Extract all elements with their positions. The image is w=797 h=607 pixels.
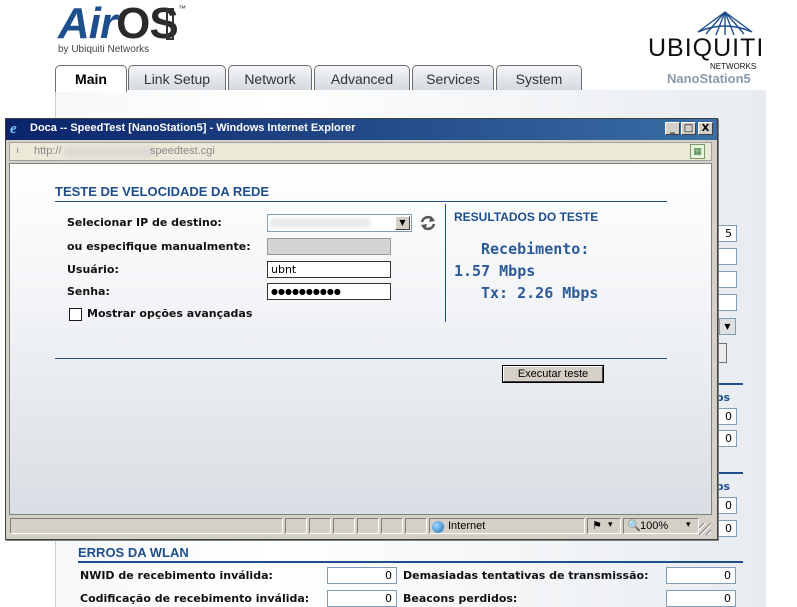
redacted-host <box>64 146 154 158</box>
user-label: Usuário: <box>67 263 119 276</box>
logo-subtitle: by Ubiquiti Networks <box>58 44 150 55</box>
rx-label: Recebimento: <box>481 240 590 258</box>
zone-label: Internet <box>448 520 486 532</box>
ubiquiti-logo: UBIQUITI NETWORKS <box>648 10 766 71</box>
advanced-options-label[interactable]: Mostrar opções avançadas <box>87 307 252 320</box>
section-divider <box>78 561 743 563</box>
refresh-icon[interactable] <box>419 214 437 232</box>
error-label-crypt: Codificação de recebimento inválida: <box>80 592 310 605</box>
status-bar: Internet ⚑ ▾ 🔍 100% ▾ <box>9 517 712 536</box>
status-text-cell <box>10 518 283 534</box>
status-cell <box>333 518 355 534</box>
tab-main[interactable]: Main <box>55 65 127 92</box>
manual-ip-label: ou especifique manualmente: <box>67 240 251 253</box>
address-prefix: http:// <box>34 145 62 157</box>
page-icon: ≀ <box>16 146 20 156</box>
tab-advanced[interactable]: Advanced <box>314 65 410 90</box>
logo-air: Air <box>58 0 117 48</box>
address-bar[interactable]: ≀ http:// speedtest.cgi ▦ <box>9 142 712 161</box>
error-value-nwid: 0 <box>327 567 397 584</box>
rx-value: 1.57 Mbps <box>454 262 536 280</box>
globe-icon <box>432 521 444 533</box>
run-test-button[interactable]: Executar teste <box>502 365 604 383</box>
address-path: speedtest.cgi <box>150 145 215 157</box>
dest-ip-label: Selecionar IP de destino: <box>67 216 222 229</box>
close-button[interactable]: X <box>698 122 713 135</box>
security-zone[interactable]: Internet <box>429 518 585 534</box>
partial-section-label: os <box>716 391 731 404</box>
partial-section-label: os <box>716 480 731 493</box>
section-divider <box>715 383 743 385</box>
bottom-divider <box>55 358 667 359</box>
minimize-button[interactable]: _ <box>665 122 680 135</box>
status-cell <box>357 518 379 534</box>
error-label-beacons: Beacons perdidos: <box>403 592 518 605</box>
ie-titlebar[interactable]: e Doca -- SpeedTest [NanoStation5] - Win… <box>6 119 717 140</box>
zoom-level: 100% <box>640 520 669 532</box>
chevron-down-icon: ▾ <box>608 520 613 530</box>
tab-services[interactable]: Services <box>412 65 494 90</box>
advanced-options-checkbox[interactable] <box>69 308 82 321</box>
window-title: Doca -- SpeedTest [NanoStation5] - Windo… <box>30 122 356 134</box>
title-divider <box>55 201 667 202</box>
browser-viewport: TESTE DE VELOCIDADE DA REDE Selecionar I… <box>9 163 712 515</box>
column-divider <box>445 204 446 322</box>
manual-ip-input[interactable] <box>267 238 391 255</box>
error-value-beacons: 0 <box>666 590 736 607</box>
tab-link-setup[interactable]: Link Setup <box>128 65 226 90</box>
chevron-down-icon: ▼ <box>719 319 735 334</box>
tx-result: Tx: 2.26 Mbps <box>481 284 599 302</box>
results-title: RESULTADOS DO TESTE <box>454 210 599 224</box>
magnifier-icon: 🔍 <box>627 519 641 532</box>
speedtest-title: TESTE DE VELOCIDADE DA REDE <box>55 184 270 199</box>
dest-ip-select[interactable]: ▼ <box>267 214 412 232</box>
password-input[interactable]: ●●●●●●●●●● <box>267 283 391 300</box>
password-label: Senha: <box>67 285 110 298</box>
section-divider <box>715 472 743 474</box>
error-value-retries: 0 <box>666 567 736 584</box>
resize-grip[interactable] <box>699 523 711 535</box>
status-cell <box>309 518 331 534</box>
antenna-icon <box>697 11 753 36</box>
wlan-errors-title: ERROS DA WLAN <box>78 545 189 560</box>
device-name: NanoStation5 <box>667 71 751 86</box>
logo-tm: ™ <box>178 4 186 13</box>
ie-window: e Doca -- SpeedTest [NanoStation5] - Win… <box>5 118 718 540</box>
status-cell <box>285 518 307 534</box>
status-cell <box>381 518 403 534</box>
brand-subtitle: NETWORKS <box>710 62 757 71</box>
logo-bar-icon <box>166 8 174 40</box>
page-status-icon[interactable]: ▦ <box>690 144 705 159</box>
error-label-nwid: NWID de recebimento inválida: <box>80 569 273 582</box>
error-label-retries: Demasiadas tentativas de transmissão: <box>403 569 649 582</box>
ie-logo-icon: e <box>10 121 17 137</box>
user-input[interactable]: ubnt <box>267 261 391 278</box>
shield-icon: ⚑ <box>592 519 602 532</box>
tab-system[interactable]: System <box>496 65 582 90</box>
protected-mode-button[interactable]: ⚑ ▾ <box>587 518 621 534</box>
airos-logo: AirOS ™ by Ubiquiti Networks <box>58 2 198 58</box>
maximize-button[interactable]: □ <box>681 122 696 135</box>
chevron-down-icon: ▼ <box>395 216 410 230</box>
tab-network[interactable]: Network <box>228 65 312 90</box>
status-cell <box>405 518 427 534</box>
zoom-control[interactable]: 🔍 100% ▾ <box>623 518 699 534</box>
error-value-crypt: 0 <box>327 590 397 607</box>
brand-name: UBIQUITI <box>648 34 765 62</box>
chevron-down-icon: ▾ <box>686 520 691 530</box>
redacted-ip <box>270 218 370 228</box>
